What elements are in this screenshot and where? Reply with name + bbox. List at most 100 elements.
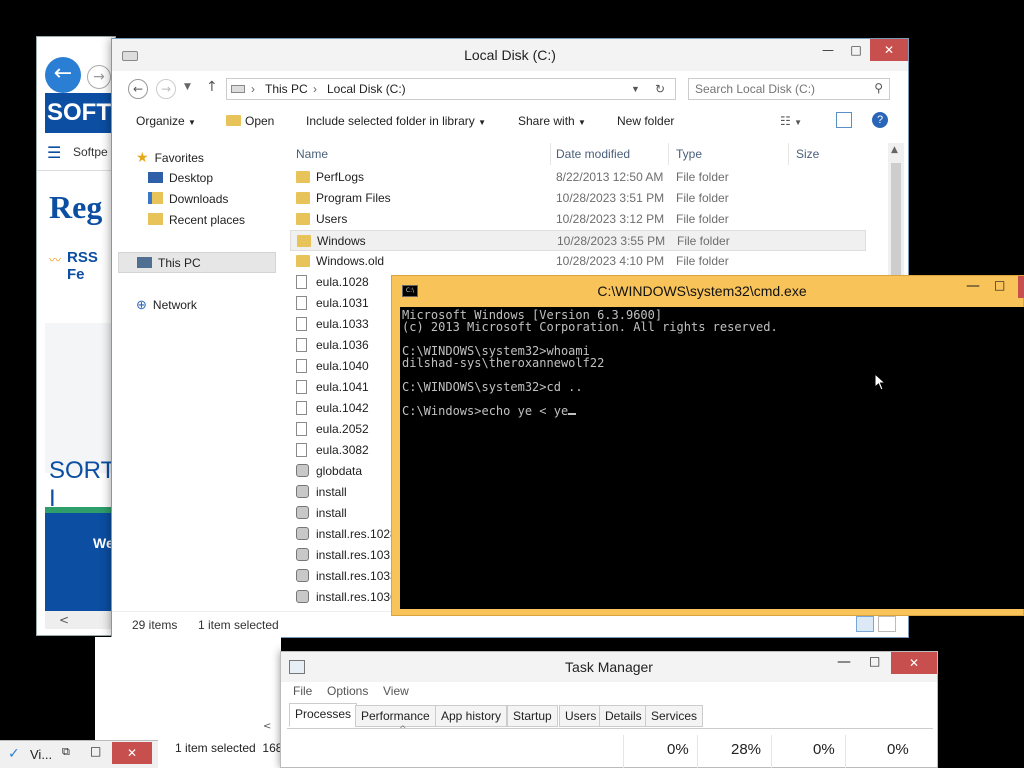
nav-downloads[interactable]: Downloads xyxy=(118,189,276,210)
cmd-titlebar[interactable]: C:\ C:\WINDOWS\system32\cmd.exe — □ xyxy=(392,276,1024,306)
cmd-maximize-button[interactable]: □ xyxy=(994,278,1005,292)
details-view-icon[interactable] xyxy=(856,616,874,632)
rss-link[interactable]: RSS Fe xyxy=(67,249,115,283)
console-line: (c) 2013 Microsoft Corporation. All righ… xyxy=(402,321,1023,333)
tm-minimize-button[interactable]: — xyxy=(837,654,851,670)
forward-arrow-icon[interactable]: → xyxy=(87,65,111,89)
close-icon[interactable]: ✕ xyxy=(112,742,152,764)
hamburger-menu-icon[interactable]: ☰ xyxy=(47,143,61,162)
nav-this-pc[interactable]: This PC xyxy=(118,252,276,273)
organize-button[interactable]: Organize ▼ xyxy=(136,114,196,128)
cmd-close-button[interactable] xyxy=(1018,276,1024,298)
change-view-icon[interactable]: ☷ ▼ xyxy=(780,114,802,128)
selection-count: 1 item selected xyxy=(198,618,279,632)
desktop-icon xyxy=(148,172,163,183)
tab-users[interactable]: Users xyxy=(559,705,603,727)
close-button[interactable]: ✕ xyxy=(870,39,908,61)
minimize-button[interactable]: — xyxy=(814,39,842,61)
file-date: 10/28/2023 3:51 PM xyxy=(556,191,665,205)
tab-services[interactable]: Services xyxy=(645,705,704,727)
memory-percent[interactable]: 28% xyxy=(731,741,761,758)
cpu-percent[interactable]: 0% xyxy=(667,741,689,758)
nav-favorites[interactable]: ★ Favorites xyxy=(118,147,276,168)
table-row[interactable]: Windows 10/28/2023 3:55 PM File folder xyxy=(290,230,866,251)
scroll-left-icon[interactable]: < xyxy=(263,721,271,732)
column-size[interactable]: Size xyxy=(796,143,819,165)
refresh-icon[interactable]: ↻ xyxy=(655,82,665,96)
address-bar[interactable]: › This PC › Local Disk (C:) ▼ ↻ xyxy=(226,78,676,100)
scroll-thumb[interactable] xyxy=(891,163,901,293)
recent-locations-icon[interactable]: ▼ xyxy=(184,82,191,92)
nav-desktop-label: Desktop xyxy=(169,171,214,185)
file-icon xyxy=(296,275,307,289)
chevron-down-icon: ▼ xyxy=(188,118,196,127)
help-icon[interactable]: ? xyxy=(872,112,888,128)
file-date: 10/28/2023 3:12 PM xyxy=(556,212,665,226)
tab-app-history[interactable]: App history xyxy=(435,705,508,727)
chevron-down-icon: ▼ xyxy=(478,118,487,127)
horizontal-scrollbar[interactable]: < xyxy=(45,611,115,629)
new-folder-button[interactable]: New folder xyxy=(617,114,674,128)
column-date[interactable]: Date modified xyxy=(556,143,630,165)
command-bar: Organize ▼ Open Include selected folder … xyxy=(112,107,908,137)
disk-percent[interactable]: 0% xyxy=(813,741,835,758)
share-with-button[interactable]: Share with ▼ xyxy=(518,114,586,128)
table-row[interactable]: Windows.old 10/28/2023 4:10 PM File folder xyxy=(290,251,866,272)
table-row[interactable]: Users 10/28/2023 3:12 PM File folder xyxy=(290,209,866,230)
tm-close-button[interactable]: ✕ xyxy=(891,652,937,674)
console-output[interactable]: Microsoft Windows [Version 6.3.9600] (c) … xyxy=(400,307,1024,609)
scroll-up-icon[interactable]: ▲ xyxy=(891,145,898,155)
preview-pane-icon[interactable] xyxy=(836,112,852,128)
sort-asc-icon: ^ xyxy=(416,143,423,148)
breadcrumb-local-disk[interactable]: Local Disk (C:) xyxy=(327,82,406,96)
restore-icon[interactable]: ⧉ xyxy=(62,745,70,759)
tab-processes[interactable]: Processes xyxy=(289,703,358,727)
up-arrow-icon[interactable]: ↑ xyxy=(206,79,218,95)
cmd-window: C:\ C:\WINDOWS\system32\cmd.exe — □ Micr… xyxy=(391,275,1024,616)
process-header: ^ 0% 28% 0% 0% xyxy=(287,725,933,768)
drive-icon xyxy=(231,85,245,93)
tab-startup[interactable]: Startup xyxy=(507,705,558,727)
table-row[interactable]: PerfLogs 8/22/2013 12:50 AM File folder xyxy=(290,167,866,188)
column-type[interactable]: Type xyxy=(676,143,702,165)
explorer-titlebar[interactable]: Local Disk (C:) — □ ✕ xyxy=(112,39,908,71)
task-manager-window: Task Manager — □ ✕ File Options View Pro… xyxy=(280,651,938,768)
tab-performance[interactable]: Performance xyxy=(355,705,436,727)
tm-maximize-button[interactable]: □ xyxy=(869,654,880,668)
nav-desktop[interactable]: Desktop xyxy=(118,168,276,189)
forward-icon[interactable]: → xyxy=(156,79,176,99)
address-dropdown-icon[interactable]: ▼ xyxy=(631,84,640,94)
column-separator xyxy=(697,735,698,768)
task-manager-titlebar[interactable]: Task Manager — □ ✕ xyxy=(281,652,937,682)
taskbar-window-thumb[interactable]: ✓ Vi... ⧉ □ ✕ xyxy=(0,740,158,768)
column-name[interactable]: Name xyxy=(296,143,328,165)
nav-network[interactable]: ⊕ Network xyxy=(118,294,276,315)
menu-view[interactable]: View xyxy=(383,684,409,702)
back-arrow-icon[interactable]: ← xyxy=(45,57,81,93)
nav-recent[interactable]: Recent places xyxy=(118,210,276,231)
network-percent[interactable]: 0% xyxy=(887,741,909,758)
folder-icon xyxy=(296,192,310,204)
menu-file[interactable]: File xyxy=(293,684,312,702)
back-icon[interactable]: ← xyxy=(128,79,148,99)
search-icon[interactable]: ⚲ xyxy=(874,81,883,95)
search-input[interactable] xyxy=(689,79,869,99)
search-box[interactable]: ⚲ xyxy=(688,78,890,100)
gear-icon xyxy=(296,506,309,519)
network-icon: ⊕ xyxy=(136,297,147,312)
menu-options[interactable]: Options xyxy=(327,684,368,702)
maximize-button[interactable]: □ xyxy=(842,39,870,61)
open-button[interactable]: Open xyxy=(226,114,274,128)
column-separator xyxy=(788,143,789,165)
table-row[interactable]: Program Files 10/28/2023 3:51 PM File fold… xyxy=(290,188,866,209)
cmd-minimize-button[interactable]: — xyxy=(966,278,980,294)
file-name: install.res.1028 xyxy=(316,527,397,541)
breadcrumb-this-pc[interactable]: This PC xyxy=(265,82,308,96)
maximize-icon[interactable]: □ xyxy=(90,744,101,758)
include-label: Include selected folder in library xyxy=(306,114,475,128)
large-icons-view-icon[interactable] xyxy=(878,616,896,632)
sort-heading: SORT I xyxy=(49,457,115,512)
nav-recent-label: Recent places xyxy=(169,213,246,227)
include-library-button[interactable]: Include selected folder in library ▼ xyxy=(306,114,486,128)
tab-details[interactable]: Details xyxy=(599,705,648,727)
